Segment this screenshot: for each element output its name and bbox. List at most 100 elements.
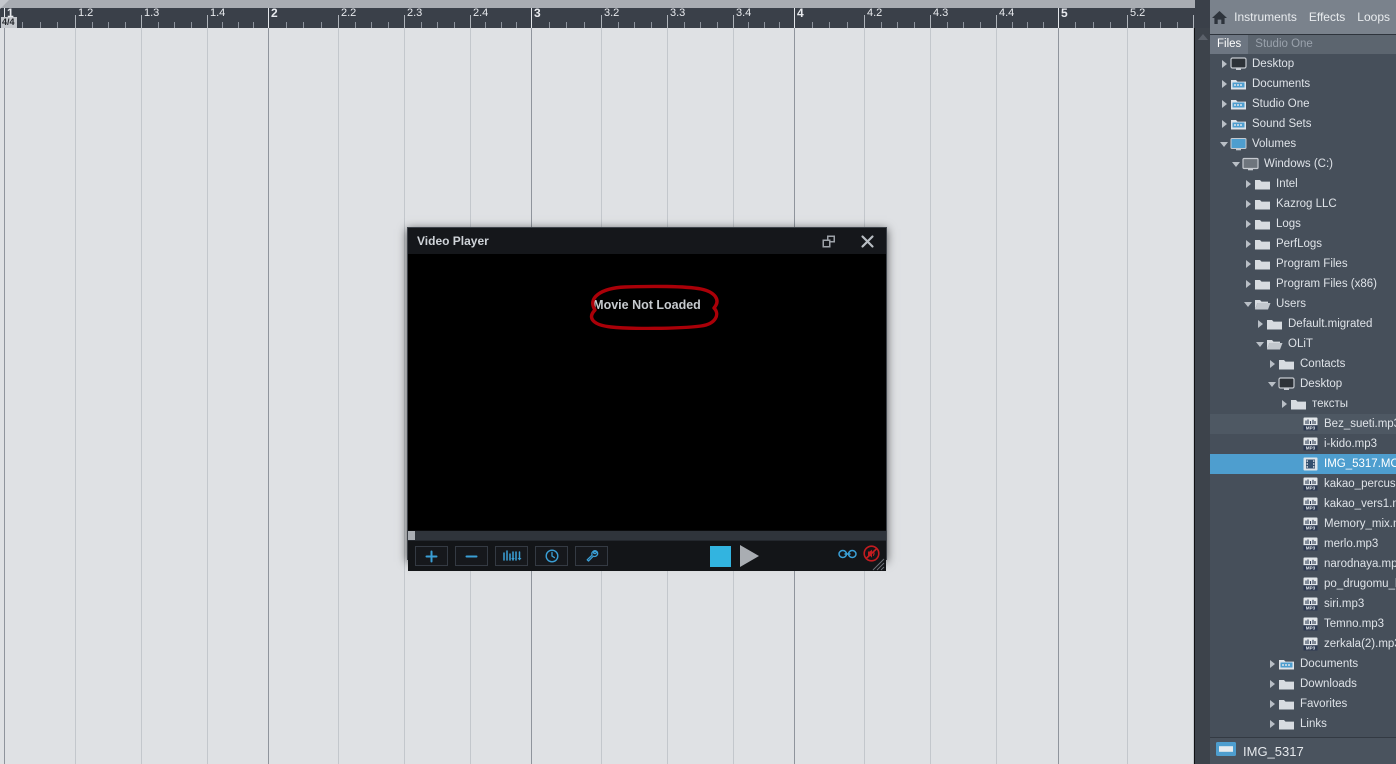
resize-grip[interactable] <box>869 555 885 571</box>
vertical-scrollbar[interactable] <box>1194 28 1210 764</box>
file-tree[interactable]: Desktop Documents Studio One Sound Sets Volu… <box>1210 54 1396 738</box>
tree-item[interactable]: MP3 merlo.mp3 <box>1210 534 1396 554</box>
tree-twisty[interactable] <box>1266 354 1278 374</box>
tree-item[interactable]: Links <box>1210 714 1396 734</box>
tree-item[interactable]: Downloads <box>1210 674 1396 694</box>
audio-levels-button[interactable] <box>495 546 528 566</box>
tree-twisty[interactable] <box>1278 394 1290 414</box>
tree-twisty[interactable] <box>1290 534 1302 554</box>
tree-twisty[interactable] <box>1266 694 1278 714</box>
tree-twisty[interactable] <box>1266 374 1278 394</box>
tree-twisty[interactable] <box>1266 714 1278 734</box>
tree-twisty[interactable] <box>1218 114 1230 134</box>
tree-twisty[interactable] <box>1254 314 1266 334</box>
home-tab[interactable] <box>1210 0 1228 34</box>
video-player-titlebar[interactable]: Video Player <box>408 228 886 255</box>
tree-item[interactable]: MP3 kakao_vers1.mp3 <box>1210 494 1396 514</box>
instruments-tab[interactable]: Instruments <box>1228 10 1303 24</box>
chevron-right-icon <box>1245 280 1251 288</box>
tree-item[interactable]: Intel <box>1210 174 1396 194</box>
timecode-button[interactable] <box>535 546 568 566</box>
tree-twisty[interactable] <box>1290 454 1302 474</box>
tree-twisty[interactable] <box>1218 54 1230 74</box>
tree-twisty[interactable] <box>1290 514 1302 534</box>
tree-item[interactable]: тексты <box>1210 394 1396 414</box>
tree-item[interactable]: Contacts <box>1210 354 1396 374</box>
tree-twisty[interactable] <box>1254 334 1266 354</box>
link-chain-icon[interactable] <box>838 547 857 566</box>
tree-twisty[interactable] <box>1242 234 1254 254</box>
tree-twisty[interactable] <box>1290 634 1302 654</box>
tree-item[interactable]: MP3 Memory_mix.mp3 <box>1210 514 1396 534</box>
tree-item[interactable]: Logs <box>1210 214 1396 234</box>
play-button[interactable] <box>740 545 759 567</box>
tree-twisty[interactable] <box>1242 194 1254 214</box>
tree-item[interactable]: MP3 narodnaya.mp3 <box>1210 554 1396 574</box>
tree-item[interactable]: OLiT <box>1210 334 1396 354</box>
tree-twisty[interactable] <box>1290 414 1302 434</box>
close-icon[interactable] <box>848 228 886 254</box>
stop-button[interactable] <box>710 545 731 567</box>
tree-item[interactable]: Program Files (x86) <box>1210 274 1396 294</box>
tree-item[interactable]: MP3 Bez_sueti.mp3 <box>1210 414 1396 434</box>
tree-item[interactable]: MP3 po_drugomu_beat.mp3 <box>1210 574 1396 594</box>
tree-twisty[interactable] <box>1230 154 1242 174</box>
tab-studio-one[interactable]: Studio One <box>1248 35 1320 54</box>
tree-item[interactable]: Desktop <box>1210 374 1396 394</box>
tree-item[interactable]: Volumes <box>1210 134 1396 154</box>
tree-item[interactable]: MP3 kakao_percusiya.mp3 <box>1210 474 1396 494</box>
tree-twisty[interactable] <box>1218 134 1230 154</box>
tree-twisty[interactable] <box>1290 594 1302 614</box>
tree-item[interactable]: Favorites <box>1210 694 1396 714</box>
tree-twisty[interactable] <box>1290 614 1302 634</box>
drive-gray-icon <box>1242 157 1259 171</box>
tree-item[interactable]: MP3 zerkala(2).mp3 <box>1210 634 1396 654</box>
plus-icon <box>425 550 438 562</box>
timeline-ruler[interactable]: 1 1.2 1.3 1.4 2 2.2 2.3 2.4 3 3.2 3.3 3.4 4 4.2 4.3 4.4… <box>0 0 1210 29</box>
tree-item[interactable]: Documents <box>1210 74 1396 94</box>
ruler-tick <box>207 15 208 28</box>
tree-item[interactable]: MP3 i-kido.mp3 <box>1210 434 1396 454</box>
tree-twisty[interactable] <box>1242 274 1254 294</box>
effects-tab[interactable]: Effects <box>1303 10 1351 24</box>
tree-item[interactable]: Windows (C:) <box>1210 154 1396 174</box>
tree-item[interactable]: MP3 Temno.mp3 <box>1210 614 1396 634</box>
tree-twisty[interactable] <box>1242 214 1254 234</box>
zoom-out-button[interactable] <box>455 546 488 566</box>
tree-item[interactable]: Users <box>1210 294 1396 314</box>
tree-twisty[interactable] <box>1290 554 1302 574</box>
zoom-in-button[interactable] <box>415 546 448 566</box>
tree-twisty[interactable] <box>1218 94 1230 114</box>
tree-item[interactable]: MP3 siri.mp3 <box>1210 594 1396 614</box>
tree-item[interactable]: Kazrog LLC <box>1210 194 1396 214</box>
tree-item[interactable]: Desktop <box>1210 54 1396 74</box>
time-signature[interactable]: 4/4 <box>1 17 17 28</box>
loops-tab[interactable]: Loops <box>1351 10 1396 24</box>
tree-item[interactable]: Default.migrated <box>1210 314 1396 334</box>
tab-files[interactable]: Files <box>1210 35 1249 54</box>
scrub-handle[interactable] <box>408 531 415 540</box>
tree-twisty[interactable] <box>1266 674 1278 694</box>
restore-window-icon[interactable] <box>810 228 848 254</box>
settings-button[interactable] <box>575 546 608 566</box>
tree-twisty[interactable] <box>1242 294 1254 314</box>
tree-item[interactable]: Sound Sets <box>1210 114 1396 134</box>
tree-twisty[interactable] <box>1266 654 1278 674</box>
tree-item[interactable]: IMG_5317.MOV <box>1210 454 1396 474</box>
tree-item[interactable]: Documents <box>1210 654 1396 674</box>
tree-item[interactable]: PerfLogs <box>1210 234 1396 254</box>
scroll-up-arrow[interactable] <box>1195 30 1210 43</box>
svg-text:MP3: MP3 <box>1306 586 1316 591</box>
tree-twisty[interactable] <box>1290 494 1302 514</box>
tree-twisty[interactable] <box>1290 434 1302 454</box>
tree-twisty[interactable] <box>1242 174 1254 194</box>
tree-item[interactable]: Studio One <box>1210 94 1396 114</box>
video-player-window[interactable]: Video Player Movie Not Loaded <box>407 227 887 571</box>
tree-twisty[interactable] <box>1290 474 1302 494</box>
tree-twisty[interactable] <box>1242 254 1254 274</box>
video-scrub-bar[interactable] <box>408 530 886 540</box>
tree-item[interactable]: Program Files <box>1210 254 1396 274</box>
video-stage[interactable]: Movie Not Loaded <box>408 255 886 530</box>
tree-twisty[interactable] <box>1290 574 1302 594</box>
tree-twisty[interactable] <box>1218 74 1230 94</box>
